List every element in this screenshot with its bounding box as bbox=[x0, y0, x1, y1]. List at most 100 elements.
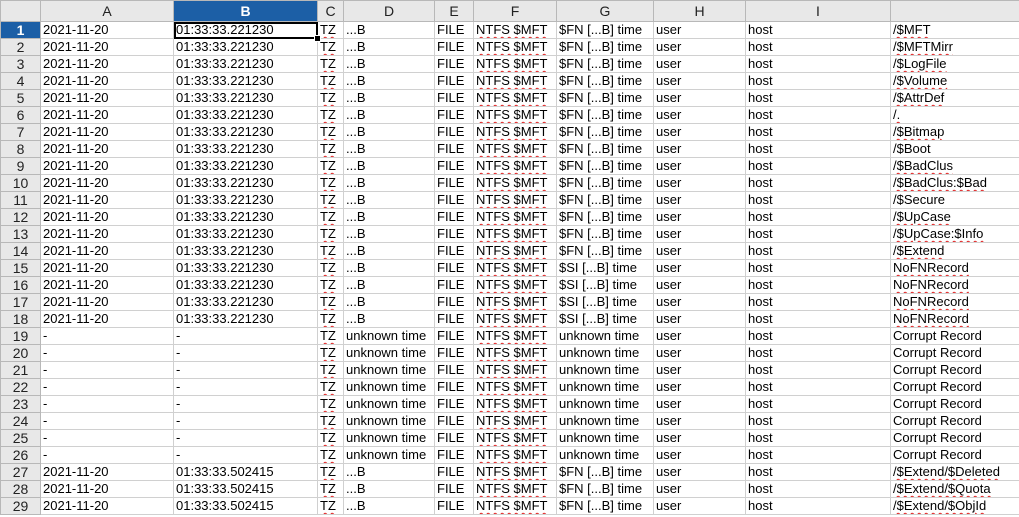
cell-f25[interactable]: NTFS $MFT bbox=[473, 429, 557, 447]
row-header[interactable]: 16 bbox=[0, 276, 41, 294]
cell-b20[interactable]: - bbox=[173, 344, 318, 362]
cell-b26[interactable]: - bbox=[173, 446, 318, 464]
cell-h17[interactable]: user bbox=[653, 293, 746, 311]
cell-g11[interactable]: $FN [...B] time bbox=[556, 191, 654, 209]
cell-g27[interactable]: $FN [...B] time bbox=[556, 463, 654, 481]
cell-b29[interactable]: 01:33:33.502415 bbox=[173, 497, 318, 515]
cell-h12[interactable]: user bbox=[653, 208, 746, 226]
cell-f16[interactable]: NTFS $MFT bbox=[473, 276, 557, 294]
cell-i26[interactable]: host bbox=[745, 446, 891, 464]
cell-a22[interactable]: - bbox=[40, 378, 174, 396]
cell-b27[interactable]: 01:33:33.502415 bbox=[173, 463, 318, 481]
cell-h2[interactable]: user bbox=[653, 38, 746, 56]
cell-h15[interactable]: user bbox=[653, 259, 746, 277]
cell-j12[interactable]: /$UpCase bbox=[890, 208, 1019, 226]
cell-g19[interactable]: unknown time bbox=[556, 327, 654, 345]
row-header[interactable]: 9 bbox=[0, 157, 41, 175]
cell-e1[interactable]: FILE bbox=[434, 21, 474, 39]
cell-j3[interactable]: /$LogFile bbox=[890, 55, 1019, 73]
cell-f20[interactable]: NTFS $MFT bbox=[473, 344, 557, 362]
cell-b7[interactable]: 01:33:33.221230 bbox=[173, 123, 318, 141]
cell-f28[interactable]: NTFS $MFT bbox=[473, 480, 557, 498]
row-header[interactable]: 25 bbox=[0, 429, 41, 447]
cell-g28[interactable]: $FN [...B] time bbox=[556, 480, 654, 498]
cell-c10[interactable]: TZ bbox=[317, 174, 344, 192]
cell-f12[interactable]: NTFS $MFT bbox=[473, 208, 557, 226]
cell-f6[interactable]: NTFS $MFT bbox=[473, 106, 557, 124]
cell-e14[interactable]: FILE bbox=[434, 242, 474, 260]
cell-f10[interactable]: NTFS $MFT bbox=[473, 174, 557, 192]
cell-j28[interactable]: /$Extend/$Quota bbox=[890, 480, 1019, 498]
cell-d21[interactable]: unknown time bbox=[343, 361, 435, 379]
cell-c19[interactable]: TZ bbox=[317, 327, 344, 345]
cell-h26[interactable]: user bbox=[653, 446, 746, 464]
row-header[interactable]: 22 bbox=[0, 378, 41, 396]
cell-b28[interactable]: 01:33:33.502415 bbox=[173, 480, 318, 498]
row-header[interactable]: 27 bbox=[0, 463, 41, 481]
cell-f22[interactable]: NTFS $MFT bbox=[473, 378, 557, 396]
cell-e28[interactable]: FILE bbox=[434, 480, 474, 498]
cell-g29[interactable]: $FN [...B] time bbox=[556, 497, 654, 515]
cell-e6[interactable]: FILE bbox=[434, 106, 474, 124]
cell-c20[interactable]: TZ bbox=[317, 344, 344, 362]
cell-a10[interactable]: 2021-11-20 bbox=[40, 174, 174, 192]
cell-j24[interactable]: Corrupt Record bbox=[890, 412, 1019, 430]
cell-i3[interactable]: host bbox=[745, 55, 891, 73]
cell-d11[interactable]: ...B bbox=[343, 191, 435, 209]
cell-h1[interactable]: user bbox=[653, 21, 746, 39]
cell-f13[interactable]: NTFS $MFT bbox=[473, 225, 557, 243]
cell-g4[interactable]: $FN [...B] time bbox=[556, 72, 654, 90]
cell-i20[interactable]: host bbox=[745, 344, 891, 362]
cell-a11[interactable]: 2021-11-20 bbox=[40, 191, 174, 209]
cell-h6[interactable]: user bbox=[653, 106, 746, 124]
cell-a13[interactable]: 2021-11-20 bbox=[40, 225, 174, 243]
cell-h9[interactable]: user bbox=[653, 157, 746, 175]
cell-j16[interactable]: NoFNRecord bbox=[890, 276, 1019, 294]
cell-i1[interactable]: host bbox=[745, 21, 891, 39]
cell-i29[interactable]: host bbox=[745, 497, 891, 515]
cell-d13[interactable]: ...B bbox=[343, 225, 435, 243]
cell-d18[interactable]: ...B bbox=[343, 310, 435, 328]
row-header[interactable]: 7 bbox=[0, 123, 41, 141]
cell-c23[interactable]: TZ bbox=[317, 395, 344, 413]
cell-j11[interactable]: /$Secure bbox=[890, 191, 1019, 209]
cell-c25[interactable]: TZ bbox=[317, 429, 344, 447]
cell-d27[interactable]: ...B bbox=[343, 463, 435, 481]
cell-c15[interactable]: TZ bbox=[317, 259, 344, 277]
cell-i28[interactable]: host bbox=[745, 480, 891, 498]
column-header-c[interactable]: C bbox=[317, 0, 344, 22]
column-header-h[interactable]: H bbox=[653, 0, 746, 22]
cell-g15[interactable]: $SI [...B] time bbox=[556, 259, 654, 277]
cell-g16[interactable]: $SI [...B] time bbox=[556, 276, 654, 294]
cell-f21[interactable]: NTFS $MFT bbox=[473, 361, 557, 379]
cell-b23[interactable]: - bbox=[173, 395, 318, 413]
cell-i12[interactable]: host bbox=[745, 208, 891, 226]
cell-a27[interactable]: 2021-11-20 bbox=[40, 463, 174, 481]
cell-f9[interactable]: NTFS $MFT bbox=[473, 157, 557, 175]
column-header-i[interactable]: I bbox=[745, 0, 891, 22]
cell-e7[interactable]: FILE bbox=[434, 123, 474, 141]
row-header[interactable]: 24 bbox=[0, 412, 41, 430]
cell-e18[interactable]: FILE bbox=[434, 310, 474, 328]
select-all-corner[interactable] bbox=[0, 0, 41, 22]
cell-g2[interactable]: $FN [...B] time bbox=[556, 38, 654, 56]
cell-i9[interactable]: host bbox=[745, 157, 891, 175]
cell-g12[interactable]: $FN [...B] time bbox=[556, 208, 654, 226]
cell-b4[interactable]: 01:33:33.221230 bbox=[173, 72, 318, 90]
cell-c17[interactable]: TZ bbox=[317, 293, 344, 311]
cell-f7[interactable]: NTFS $MFT bbox=[473, 123, 557, 141]
cell-d17[interactable]: ...B bbox=[343, 293, 435, 311]
cell-b19[interactable]: - bbox=[173, 327, 318, 345]
cell-h3[interactable]: user bbox=[653, 55, 746, 73]
cell-f15[interactable]: NTFS $MFT bbox=[473, 259, 557, 277]
cell-a19[interactable]: - bbox=[40, 327, 174, 345]
cell-a12[interactable]: 2021-11-20 bbox=[40, 208, 174, 226]
cell-a14[interactable]: 2021-11-20 bbox=[40, 242, 174, 260]
cell-f19[interactable]: NTFS $MFT bbox=[473, 327, 557, 345]
column-header-d[interactable]: D bbox=[343, 0, 435, 22]
cell-g10[interactable]: $FN [...B] time bbox=[556, 174, 654, 192]
cell-e11[interactable]: FILE bbox=[434, 191, 474, 209]
cell-i22[interactable]: host bbox=[745, 378, 891, 396]
cell-j15[interactable]: NoFNRecord bbox=[890, 259, 1019, 277]
cell-a15[interactable]: 2021-11-20 bbox=[40, 259, 174, 277]
